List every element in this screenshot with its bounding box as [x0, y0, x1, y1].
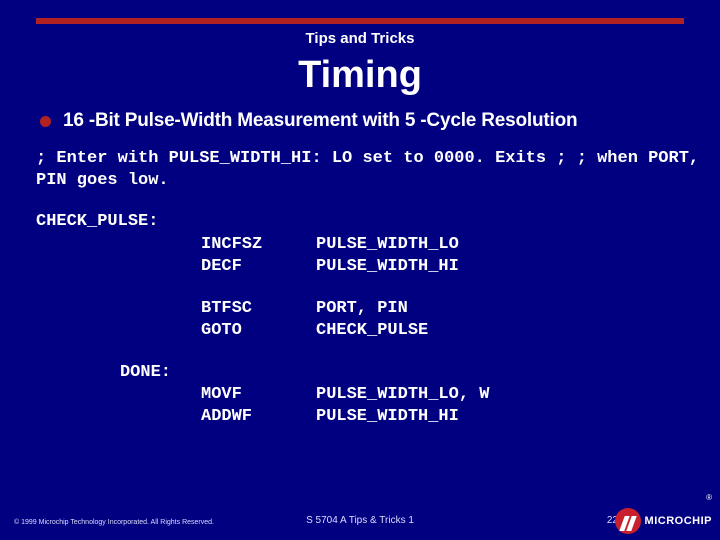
code-op: MOVF	[201, 384, 316, 406]
registered-mark: ®	[706, 493, 712, 502]
code-arg: PULSE_WIDTH_HI	[316, 406, 700, 428]
microchip-globe-icon	[615, 508, 641, 534]
code-row: MOVF PULSE_WIDTH_LO, W	[36, 384, 700, 406]
code-op: DECF	[201, 256, 316, 278]
code-arg: PORT, PIN	[316, 298, 700, 320]
code-row: INCFSZ PULSE_WIDTH_LO	[36, 234, 700, 256]
bullet-text: 16 -Bit Pulse-Width Measurement with 5 -…	[63, 110, 577, 132]
code-row: DECF PULSE_WIDTH_HI	[36, 256, 700, 278]
code-row: GOTO CHECK_PULSE	[36, 320, 700, 342]
code-label-done: DONE:	[36, 362, 700, 384]
code-arg: PULSE_WIDTH_HI	[316, 256, 700, 278]
code-op: ADDWF	[201, 406, 316, 428]
code-arg: PULSE_WIDTH_LO	[316, 234, 700, 256]
accent-bar	[36, 18, 684, 24]
bullet-dot-icon	[40, 116, 51, 127]
code-block-3: MOVF PULSE_WIDTH_LO, W ADDWF PULSE_WIDTH…	[36, 384, 700, 429]
brand-name: MICROCHIP	[645, 515, 712, 527]
code-row: BTFSC PORT, PIN	[36, 298, 700, 320]
code-arg: PULSE_WIDTH_LO, W	[316, 384, 700, 406]
slide-kicker: Tips and Tricks	[0, 30, 720, 47]
code-op: INCFSZ	[201, 234, 316, 256]
code-block-1: INCFSZ PULSE_WIDTH_LO DECF PULSE_WIDTH_H…	[36, 234, 700, 279]
bullet-row: 16 -Bit Pulse-Width Measurement with 5 -…	[40, 110, 702, 132]
code-op: BTFSC	[201, 298, 316, 320]
brand-logo: MICROCHIP	[615, 508, 712, 534]
code-op: GOTO	[201, 320, 316, 342]
code-comment: ; Enter with PULSE_WIDTH_HI: LO set to 0…	[36, 148, 700, 192]
code-row: ADDWF PULSE_WIDTH_HI	[36, 406, 700, 428]
code-block-2: BTFSC PORT, PIN GOTO CHECK_PULSE	[36, 298, 700, 343]
slide-title: Timing	[0, 54, 720, 97]
footer: © 1999 Microchip Technology Incorporated…	[0, 474, 720, 540]
code-arg: CHECK_PULSE	[316, 320, 700, 342]
code-label-check-pulse: CHECK_PULSE:	[36, 212, 700, 231]
